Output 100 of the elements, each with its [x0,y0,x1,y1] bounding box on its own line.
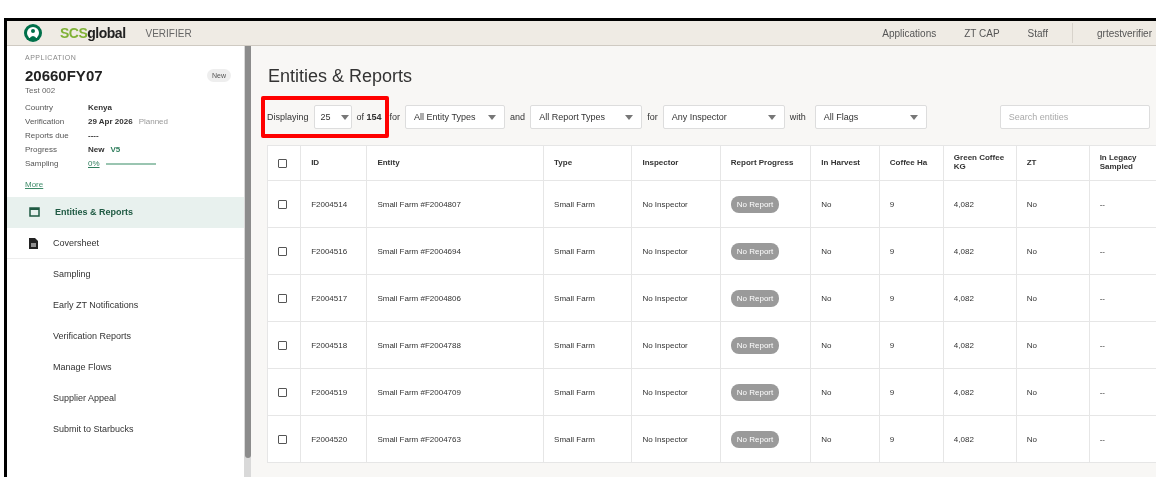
application-name: Test 002 [25,86,57,95]
table-cell: No [810,180,880,228]
table-cell: No Inspector [631,180,721,228]
table-cell: 4,082 [943,321,1017,369]
table-cell: No Inspector [631,368,721,416]
table-cell: Small Farm [543,227,632,275]
table-cell: Small Farm #F2004763 [366,415,544,463]
caret-icon [625,114,634,120]
table-cell: Small Farm [543,368,632,416]
table-cell: No Inspector [631,227,721,275]
column-header[interactable]: Report Progress [720,145,811,181]
detail-label: Sampling [25,159,60,168]
detail-label: Reports due [25,131,70,140]
row-checkbox[interactable] [278,340,287,350]
progress-badge: No Report [730,383,780,401]
nav-link[interactable]: Staff [1027,27,1048,39]
sidebar-item[interactable]: Early ZT Notifications [7,290,244,321]
filter-text: Displaying [267,112,309,122]
table-cell: 4,082 [943,274,1017,322]
detail-value: ---- [88,131,99,140]
table-cell: 9 [879,321,944,369]
caret-icon [767,114,776,120]
table-cell: Small Farm #F2004709 [366,368,544,416]
table-cell: No [1016,180,1090,228]
table-cell: No [1016,227,1090,275]
nav-link[interactable]: ZT CAP [964,27,1000,39]
table-cell: 9 [879,368,944,416]
progress-badge: No Report [730,289,780,307]
caret-icon [488,114,497,120]
report-type-select[interactable]: All Report Types [530,105,643,129]
row-checkbox[interactable] [278,199,287,209]
progress-badge: No Report [730,195,780,213]
row-checkbox[interactable] [278,434,287,444]
table-cell: No [1016,321,1090,369]
filter-text: of 154 [356,112,382,122]
row-checkbox[interactable] [278,246,287,256]
column-header[interactable]: Type [543,145,632,181]
table-cell: 4,082 [943,180,1017,228]
sidebar-item[interactable]: Supplier Appeal [7,383,244,414]
table-cell: F2004517 [300,274,367,322]
table-cell: F2004514 [300,180,367,228]
caret-icon [340,114,349,120]
filter-text: with [789,112,806,122]
table-cell: No Inspector [631,321,721,369]
sidebar-item[interactable]: Sampling [7,259,244,290]
table-cell: F2004519 [300,368,367,416]
sidebar-item[interactable]: Coversheet [7,228,244,259]
row-checkbox[interactable] [278,387,287,397]
inspector-select[interactable]: Any Inspector [662,105,785,129]
column-header[interactable]: Inspector [631,145,721,181]
column-header[interactable]: ID [300,145,367,181]
table-cell: No [1016,274,1090,322]
table-cell: No [810,227,880,275]
table-cell: 9 [879,227,944,275]
table-cell: No [810,368,880,416]
progress-badge: No Report [730,242,780,260]
detail-value: Kenya [88,103,112,112]
column-header[interactable]: In Legacy Sampled [1089,145,1156,181]
row-checkbox[interactable] [278,293,287,303]
app-role: VERIFIER [145,27,192,39]
table-cell: 4,082 [943,227,1017,275]
nav-link[interactable]: Applications [882,27,937,39]
sidebar-item[interactable]: Submit to Starbucks [7,414,244,445]
detail-note: Planned [138,117,168,126]
table-cell: F2004518 [300,321,367,369]
column-header[interactable]: ZT [1016,145,1090,181]
search-field[interactable]: Search entities [999,105,1150,129]
column-header[interactable]: Green Coffee KG [943,145,1017,181]
select-all-checkbox[interactable] [278,158,287,168]
column-header[interactable]: In Harvest [810,145,880,181]
table-cell: 9 [879,415,944,463]
entity-type-select[interactable]: All Entity Types [405,105,506,129]
filter-text: and [510,112,526,122]
sidebar-item[interactable]: Entities & Reports [7,197,244,228]
table-cell: 4,082 [943,368,1017,416]
column-header[interactable]: Entity [366,145,544,181]
table-cell: No Inspector [631,274,721,322]
detail-value: 29 Apr 2026 [88,117,133,126]
table-cell: No [810,321,880,369]
sidebar-item[interactable]: Manage Flows [7,352,244,383]
flags-select[interactable]: All Flags [814,105,927,129]
table-cell: F2004516 [300,227,367,275]
table-cell: Small Farm [543,274,632,322]
sidebar-item[interactable]: Verification Reports [7,321,244,352]
column-header[interactable]: Coffee Ha [879,145,944,181]
table-cell: No [1016,415,1090,463]
scrollbar-thumb[interactable] [245,46,251,458]
caret-icon [909,114,918,120]
more-link[interactable]: More [25,180,44,189]
detail-label: Progress [25,145,58,154]
progress-badge: No Report [730,336,780,354]
table-cell: 9 [879,180,944,228]
application-number: 20660FY07 [25,67,103,84]
table-cell: No [810,274,880,322]
page-size-select[interactable]: 25 [313,105,352,129]
table-cell: No [1016,368,1090,416]
filter-text: for [389,112,401,122]
table-cell: Small Farm #F2004806 [366,274,544,322]
sampling-percent[interactable]: 0% [88,159,100,168]
user-menu[interactable]: grtestverifier [1097,27,1156,39]
